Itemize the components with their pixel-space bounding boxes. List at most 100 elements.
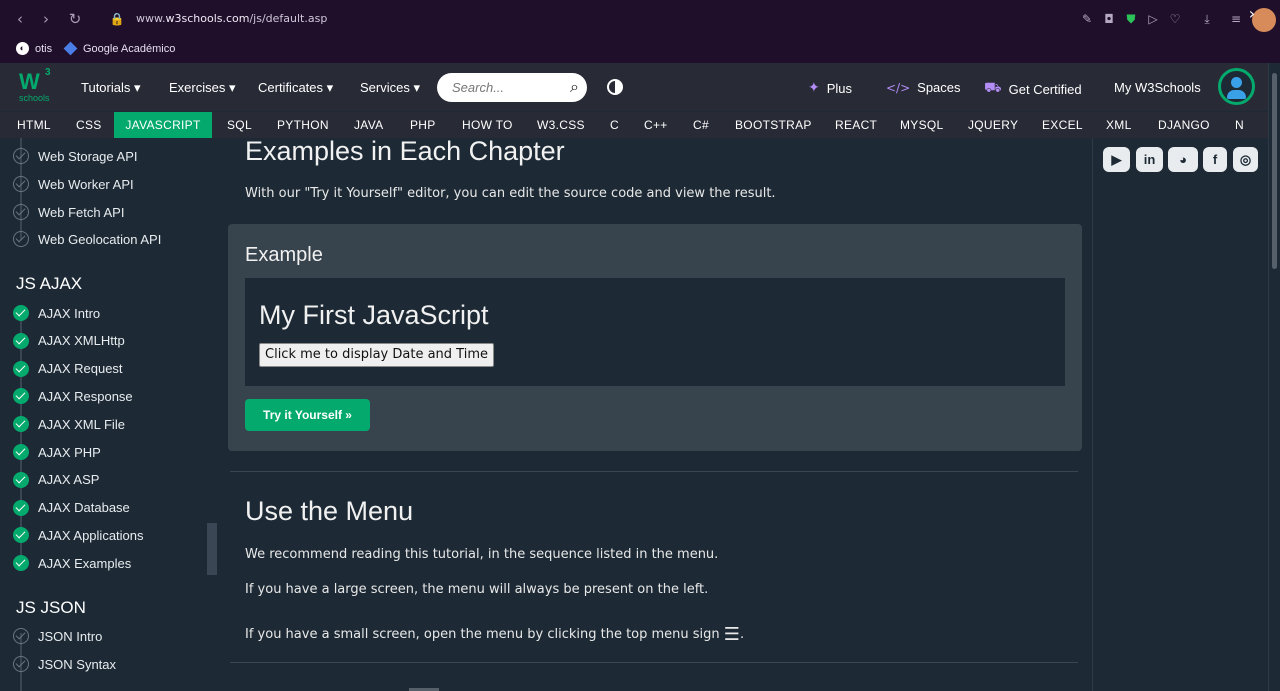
code-icon: </>: [886, 80, 911, 95]
logo-schools: schools: [19, 93, 50, 103]
tab-django[interactable]: DJANGO: [1158, 112, 1210, 139]
tab-html[interactable]: HTML: [17, 112, 51, 139]
tab-bootstrap[interactable]: BOOTSTRAP: [735, 112, 812, 139]
section-heading-json: JS JSON: [16, 598, 86, 617]
tab-jquery[interactable]: JQUERY: [968, 112, 1018, 139]
tab-mysql[interactable]: MYSQL: [900, 112, 944, 139]
sidebar-item-label: AJAX Response: [38, 388, 133, 404]
tab-python[interactable]: PYTHON: [277, 112, 329, 139]
youtube-icon[interactable]: ▶: [1103, 147, 1130, 172]
check-icon: [13, 231, 29, 247]
sidebar-item-label: Web Fetch API: [38, 204, 125, 220]
sidebar-item-ajax-intro[interactable]: AJAX Intro: [13, 302, 100, 324]
search-icon[interactable]: ⌕: [570, 77, 579, 97]
menu-certificates[interactable]: Certificates ▾: [258, 80, 333, 96]
chevron-right-icon[interactable]: ›: [1241, 0, 1263, 27]
check-done-icon: [13, 332, 29, 349]
check-icon: [13, 148, 29, 164]
try-it-yourself-button[interactable]: Try it Yourself »: [245, 399, 370, 431]
display-date-button[interactable]: Click me to display Date and Time: [259, 343, 494, 367]
tab-javascript[interactable]: JAVASCRIPT: [114, 112, 212, 139]
send-icon[interactable]: ▷: [1145, 11, 1161, 27]
back-icon[interactable]: ‹: [11, 10, 29, 28]
sidebar-item-web-geolocation-api[interactable]: Web Geolocation API: [13, 228, 161, 250]
url-prefix: www.: [136, 12, 166, 25]
menu-paragraph-3: If you have a small screen, open the men…: [245, 624, 744, 645]
user-avatar[interactable]: [1218, 68, 1255, 105]
facebook-icon[interactable]: f: [1203, 147, 1227, 172]
tab-c-[interactable]: C#: [693, 112, 709, 139]
tab-how-to[interactable]: HOW TO: [462, 112, 513, 139]
menu-paragraph-3-end: .: [739, 627, 745, 642]
scrollbar-thumb[interactable]: [1272, 73, 1277, 269]
tab-excel[interactable]: EXCEL: [1042, 112, 1083, 139]
tab-n[interactable]: N: [1235, 112, 1244, 139]
tab-sql[interactable]: SQL: [227, 112, 252, 139]
sidebar-item-web-storage-api[interactable]: Web Storage API: [13, 145, 138, 167]
sidebar-scrollbar[interactable]: [207, 523, 217, 575]
sidebar-item-ajax-xmlhttp[interactable]: AJAX XMLHttp: [13, 330, 125, 352]
sidebar-item-json-syntax[interactable]: JSON Syntax: [13, 653, 116, 675]
sidebar-item-ajax-xml-file[interactable]: AJAX XML File: [13, 413, 125, 435]
sidebar-item-label: AJAX XMLHttp: [38, 333, 125, 349]
discord-icon[interactable]: ◕: [1168, 147, 1198, 172]
main-content: Examples in Each Chapter With our "Try i…: [217, 136, 1092, 691]
logo-3: 3: [45, 67, 51, 78]
tab-xml[interactable]: XML: [1106, 112, 1132, 139]
heart-icon[interactable]: ♡: [1167, 11, 1183, 27]
sidebar: Web Storage API Web Worker API Web Fetch A…: [0, 138, 217, 691]
sidebar-item-json-intro[interactable]: JSON Intro: [13, 625, 102, 647]
examples-heading: Examples in Each Chapter: [245, 136, 565, 166]
tab-c-[interactable]: C++: [644, 112, 668, 139]
url-field[interactable]: www.w3schools.com/js/default.asp: [136, 12, 327, 25]
sidebar-item-ajax-asp[interactable]: AJAX ASP: [13, 469, 99, 491]
sidebar-item-web-worker-api[interactable]: Web Worker API: [13, 173, 134, 195]
tab-java[interactable]: JAVA: [354, 112, 383, 139]
menu-exercises[interactable]: Exercises ▾: [169, 80, 236, 96]
page-scrollbar[interactable]: [1268, 63, 1280, 691]
bookmark-label: otis: [35, 42, 53, 55]
forward-icon[interactable]: ›: [37, 10, 55, 28]
check-icon: [13, 628, 29, 644]
get-certified-link[interactable]: ⛟ Get Certified: [984, 80, 1082, 98]
tab-php[interactable]: PHP: [410, 112, 436, 139]
contrast-toggle-icon[interactable]: [607, 79, 623, 95]
plus-link[interactable]: ✦ Plus: [808, 80, 852, 96]
spaces-label: Spaces: [917, 80, 961, 95]
sidebar-item-ajax-response[interactable]: AJAX Response: [13, 385, 133, 407]
tab-react[interactable]: REACT: [835, 112, 877, 139]
reload-icon[interactable]: ↻: [66, 10, 84, 28]
tab-c[interactable]: C: [610, 112, 619, 139]
divider: [230, 662, 1078, 663]
search-input[interactable]: Search... ⌕: [437, 73, 587, 102]
my-w3schools-link[interactable]: My W3Schools: [1114, 80, 1201, 95]
spaces-link[interactable]: </> Spaces: [886, 80, 961, 95]
example-output: My First JavaScript Click me to display …: [245, 278, 1065, 386]
search-placeholder: Search...: [452, 80, 505, 95]
sidebar-item-ajax-examples[interactable]: AJAX Examples: [13, 552, 131, 574]
bookmark-otis[interactable]: ◐ otis: [16, 42, 52, 55]
sidebar-item-ajax-request[interactable]: AJAX Request: [13, 358, 123, 380]
linkedin-icon[interactable]: in: [1136, 147, 1163, 172]
edit-icon[interactable]: ✎: [1079, 11, 1095, 27]
sidebar-item-ajax-database[interactable]: AJAX Database: [13, 497, 130, 519]
sidebar-item-ajax-php[interactable]: AJAX PHP: [13, 441, 101, 463]
sidebar-item-label: AJAX Applications: [38, 527, 144, 543]
menu-tutorials[interactable]: Tutorials ▾: [81, 80, 141, 96]
tab-css[interactable]: CSS: [76, 112, 102, 139]
w3schools-logo[interactable]: W 3 schools: [17, 67, 53, 105]
instagram-icon[interactable]: ◎: [1233, 147, 1258, 172]
sidebar-item-label: JSON Syntax: [38, 656, 117, 672]
menu-services[interactable]: Services ▾: [360, 80, 420, 96]
sidebar-item-ajax-applications[interactable]: AJAX Applications: [13, 524, 144, 546]
menu-paragraph-2: If you have a large screen, the menu wil…: [245, 582, 709, 597]
bookmark-google-academico[interactable]: Google Académico: [63, 41, 175, 56]
download-icon[interactable]: ⤓: [1199, 11, 1215, 27]
camera-icon[interactable]: ◘: [1101, 11, 1117, 27]
plus-label: Plus: [826, 80, 853, 96]
sidebar-item-web-fetch-api[interactable]: Web Fetch API: [13, 201, 124, 223]
shield-icon[interactable]: ⛊: [1123, 11, 1139, 27]
logo-w: W: [19, 69, 40, 94]
sidebar-item-label: AJAX Examples: [38, 555, 132, 571]
tab-w3-css[interactable]: W3.CSS: [537, 112, 585, 139]
